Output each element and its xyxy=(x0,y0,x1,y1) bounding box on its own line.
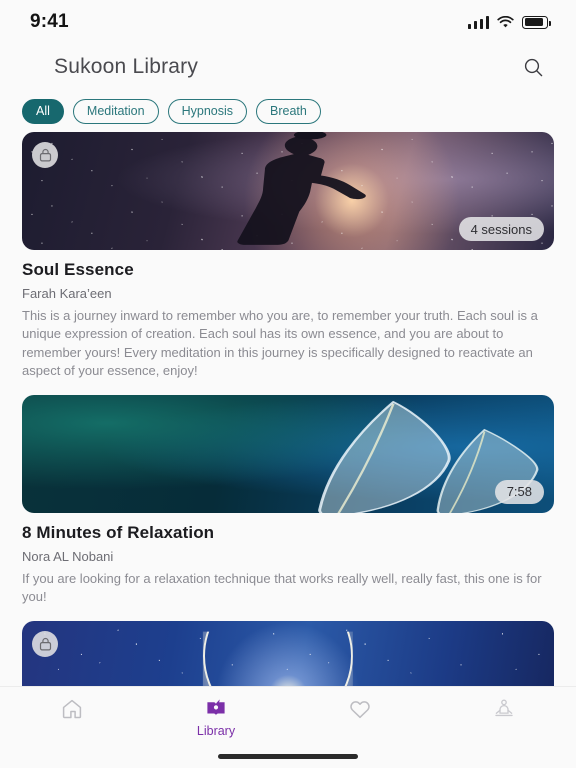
filter-chip-all[interactable]: All xyxy=(22,98,64,124)
lock-badge xyxy=(32,630,58,657)
lock-icon xyxy=(39,637,51,651)
card-thumbnail[interactable] xyxy=(22,620,554,686)
lock-icon xyxy=(39,148,51,162)
card-author: Farah Kara’een xyxy=(22,286,112,301)
card-description: This is a journey inward to remember who… xyxy=(22,308,538,379)
book-icon xyxy=(207,699,225,716)
list-item[interactable]: 4 sessions Soul Essence Farah Kara’een T… xyxy=(22,132,554,381)
app-header: Sukoon Library xyxy=(0,44,576,90)
sessions-badge: 4 sessions xyxy=(458,217,544,241)
lock-badge xyxy=(32,142,58,168)
cellular-signal-icon xyxy=(467,15,489,29)
woman-silhouette-icon xyxy=(236,132,366,245)
card-thumbnail[interactable]: 7:58 xyxy=(22,394,554,513)
phone-screen: 9:41 Sukoon Library All Meditation Hypno… xyxy=(0,0,576,768)
search-icon xyxy=(524,58,542,76)
tab-label: Library xyxy=(196,724,236,738)
status-time: 9:41 xyxy=(30,11,69,32)
tab-home[interactable] xyxy=(0,697,144,724)
card-thumbnail[interactable]: 4 sessions xyxy=(22,132,554,250)
filter-chip-row: All Meditation Hypnosis Breath xyxy=(0,90,576,132)
search-button[interactable] xyxy=(516,50,550,84)
heart-icon xyxy=(350,701,370,719)
home-indicator xyxy=(218,754,358,759)
status-bar: 9:41 xyxy=(0,0,576,44)
card-description: If you are looking for a relaxation tech… xyxy=(22,570,542,605)
filter-chip-meditation[interactable]: Meditation xyxy=(72,98,159,124)
page-title: Sukoon Library xyxy=(54,55,199,78)
tab-favorites[interactable] xyxy=(288,697,432,724)
meditation-icon xyxy=(495,699,513,717)
home-icon xyxy=(62,699,82,719)
duration-badge: 7:58 xyxy=(494,479,544,504)
tab-meditate[interactable] xyxy=(432,697,576,724)
list-item[interactable]: 7:58 8 Minutes of Relaxation Nora AL Nob… xyxy=(22,394,554,607)
filter-chip-breath[interactable]: Breath xyxy=(256,98,321,124)
library-list[interactable]: 4 sessions Soul Essence Farah Kara’een T… xyxy=(0,132,576,686)
battery-icon xyxy=(522,15,551,29)
card-title: 8 Minutes of Relaxation xyxy=(22,522,215,542)
card-title: Soul Essence xyxy=(22,260,134,279)
list-item[interactable] xyxy=(22,620,554,686)
wifi-icon xyxy=(497,15,514,27)
card-author: Nora AL Nobani xyxy=(22,548,114,564)
filter-chip-hypnosis[interactable]: Hypnosis xyxy=(167,98,248,124)
status-icons xyxy=(467,15,551,29)
tab-library[interactable]: Library xyxy=(144,697,288,738)
